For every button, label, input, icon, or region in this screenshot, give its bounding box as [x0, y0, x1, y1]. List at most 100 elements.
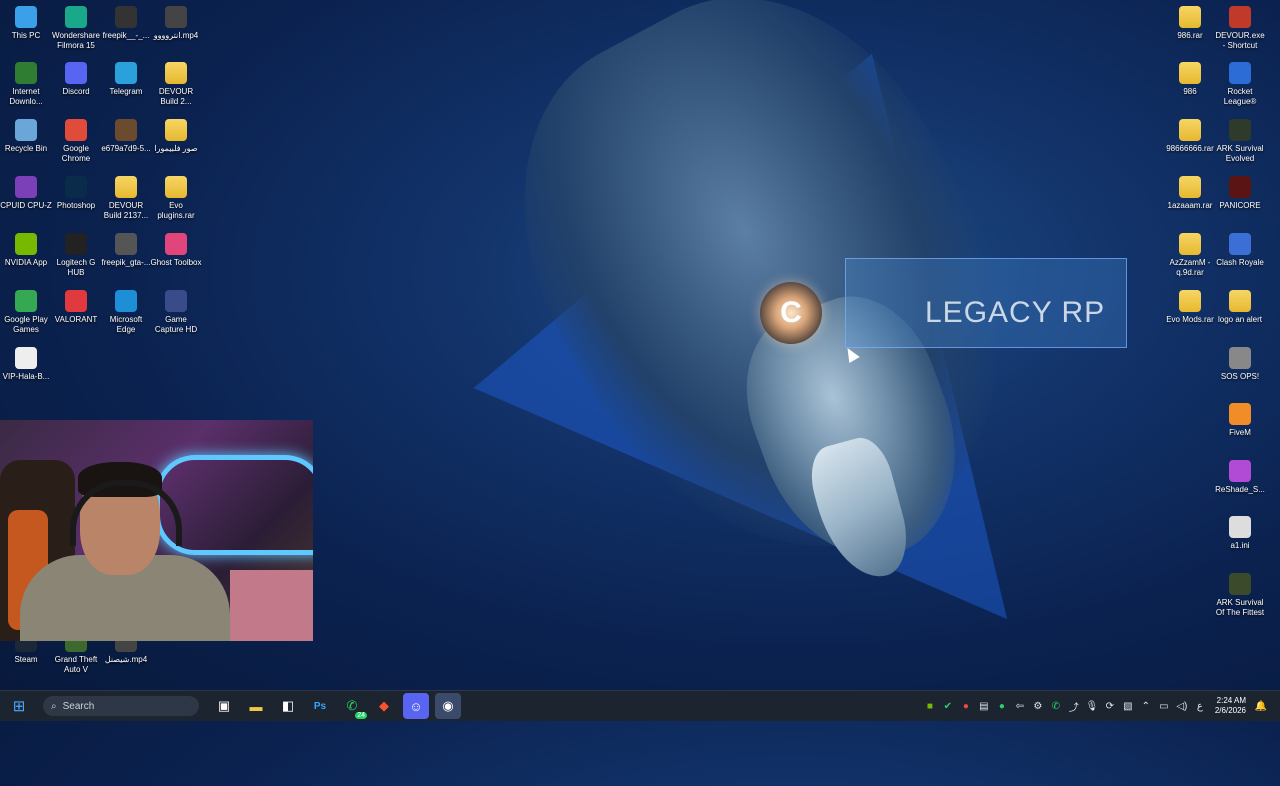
desktop-icon[interactable]: Recycle Bin [0, 119, 52, 154]
settings-tray-icon[interactable]: ⚙ [1031, 699, 1045, 713]
desktop-icon[interactable]: DEVOUR Build 2... [150, 62, 202, 107]
desktop-icon[interactable]: logo an alert [1214, 290, 1266, 325]
nvidia-tray-icon[interactable]: ■ [923, 699, 937, 713]
desktop-icon[interactable]: 1azaaam.rar [1164, 176, 1216, 211]
desktop-icon[interactable]: Google Chrome [50, 119, 102, 164]
desktop-icon[interactable]: This PC [0, 6, 52, 41]
desktop-icon[interactable]: DEVOUR.exe - Shortcut [1214, 6, 1266, 51]
desktop-icon[interactable]: Microsoft Edge [100, 290, 152, 335]
file-explorer-icon[interactable]: ▬ [243, 693, 269, 719]
desktop-icon-label: 98666666.rar [1166, 144, 1214, 153]
chevron-up-icon[interactable]: ⌃ [1139, 699, 1153, 713]
desktop-icon[interactable]: freepik_gta-... [100, 233, 152, 268]
taskbar-search[interactable]: ⌕ Search [43, 696, 199, 716]
desktop-icon[interactable]: NVIDIA App [0, 233, 52, 268]
desktop-icon[interactable]: 98666666.rar [1164, 119, 1216, 154]
language-icon[interactable]: ع [1193, 699, 1207, 713]
text-file-icon [15, 347, 37, 369]
update-tray-icon[interactable]: ⟳ [1103, 699, 1117, 713]
desktop-icon-label: Grand Theft Auto V [54, 655, 98, 674]
volume-icon[interactable]: ◁) [1175, 699, 1189, 713]
desktop-icon-label: Microsoft Edge [109, 315, 143, 334]
teams-tray-icon[interactable]: ▤ [977, 699, 991, 713]
desktop-icon[interactable]: SOS OPS! [1214, 347, 1266, 382]
desktop-icon-label: شيصنل.mp4 [104, 655, 148, 664]
notification-bell-icon[interactable]: 🔔 [1254, 699, 1268, 713]
desktop-icon-label: ARK Survival Of The Fittest [1215, 598, 1265, 617]
arrow-tray-icon[interactable]: ⇦ [1013, 699, 1027, 713]
desktop-icon-label: Ghost Toolbox [150, 258, 202, 267]
desktop-icon[interactable]: 986 [1164, 62, 1216, 97]
desktop-icon-label: DEVOUR.exe - Shortcut [1215, 31, 1265, 50]
desktop-icon[interactable]: ARK Survival Of The Fittest [1214, 573, 1266, 618]
status-tray-icon[interactable]: ● [995, 699, 1009, 713]
app-tray-icon[interactable]: ▧ [1121, 699, 1135, 713]
obs-icon[interactable]: ◉ [435, 693, 461, 719]
desktop-icon[interactable]: Ghost Toolbox [150, 233, 202, 268]
desktop-icon-label: a1.ini [1230, 541, 1250, 550]
desktop-icon[interactable]: DEVOUR Build 2137... [100, 176, 152, 221]
desktop-icon[interactable]: Evo plugins.rar [150, 176, 202, 221]
desktop-icon-label: Photoshop [56, 201, 96, 210]
desktop-icon[interactable]: FiveM [1214, 403, 1266, 438]
desktop-icon[interactable]: انتروووو.mp4 [150, 6, 202, 41]
folder-icon [165, 176, 187, 198]
desktop-icon-label: صور فلبيمورا [154, 144, 198, 153]
desktop-icon[interactable]: Internet Downlo... [0, 62, 52, 107]
desktop-icon[interactable]: ARK Survival Evolved [1214, 119, 1266, 164]
search-icon: ⌕ [51, 700, 57, 712]
devour-icon [1229, 6, 1251, 28]
desktop-icon[interactable]: Logitech G HUB [50, 233, 102, 278]
desktop-icon-label: Game Capture HD [154, 315, 198, 334]
whatsapp-icon[interactable]: ✆ 24 [339, 693, 367, 719]
desktop-icon[interactable]: Photoshop [50, 176, 102, 211]
desktop-icon[interactable]: Google Play Games [0, 290, 52, 335]
desktop-icon[interactable]: Telegram [100, 62, 152, 97]
app-icon[interactable]: ◧ [275, 693, 301, 719]
desktop-icon[interactable]: VIP-Hala-B... [0, 347, 52, 382]
play-games-icon [15, 290, 37, 312]
brave-icon[interactable]: ◆ [371, 693, 397, 719]
desktop-icon[interactable]: صور فلبيمورا [150, 119, 202, 154]
antivirus-tray-icon[interactable]: ✔ [941, 699, 955, 713]
desktop-icon[interactable]: AzZzamM - q.9d.rar [1164, 233, 1216, 278]
desktop-icon[interactable]: 986.rar [1164, 6, 1216, 41]
desktop-icon-label: logo an alert [1217, 315, 1263, 324]
desktop-icon-label: Internet Downlo... [9, 87, 43, 106]
discord-taskbar-icon[interactable]: ☺ [403, 693, 429, 719]
folder-icon [1179, 62, 1201, 84]
desktop-icon[interactable]: Game Capture HD [150, 290, 202, 335]
desktop-icon[interactable]: freepik__-_... [100, 6, 152, 41]
desktop-icon[interactable]: PANICORE [1214, 176, 1266, 211]
desktop-icon[interactable]: VALORANT [50, 290, 102, 325]
desktop-icon-label: انتروووو.mp4 [153, 31, 199, 40]
whatsapp-tray-icon[interactable]: ✆ [1049, 699, 1063, 713]
rocket-league-icon [1229, 62, 1251, 84]
legacy-rp-emblem-icon: C [760, 282, 822, 344]
network-icon[interactable]: ▭ [1157, 699, 1171, 713]
photoshop-taskbar-icon[interactable]: Ps [307, 693, 333, 719]
desktop-icon[interactable]: ReShade_S... [1214, 460, 1266, 495]
desktop-icon-label: Logitech G HUB [56, 258, 96, 277]
share-tray-icon[interactable]: ⤴ [1067, 699, 1081, 714]
desktop-icon-label: 986 [1183, 87, 1197, 96]
start-button[interactable]: ⊞ [6, 693, 32, 719]
desktop-icon[interactable]: a1.ini [1214, 516, 1266, 551]
monitor-icon [15, 6, 37, 28]
clock[interactable]: 2:24 AM 2/6/2026 [1215, 696, 1246, 716]
desktop-icon[interactable]: Rocket League® [1214, 62, 1266, 107]
task-view-icon[interactable]: ▣ [211, 693, 237, 719]
video-file-icon [165, 6, 187, 28]
desktop-icon[interactable]: Wondershare Filmora 15 [50, 6, 102, 51]
desktop-icon[interactable]: Evo Mods.rar [1164, 290, 1216, 325]
desktop-icon[interactable]: e679a7d9-5... [100, 119, 152, 154]
reshade-icon [1229, 460, 1251, 482]
desktop-icon[interactable]: CPUID CPU-Z [0, 176, 52, 211]
desktop-icon[interactable]: Discord [50, 62, 102, 97]
cpuz-icon [15, 176, 37, 198]
record-tray-icon[interactable]: ● [959, 699, 973, 713]
folder-icon [165, 62, 187, 84]
ini-file-icon [1229, 516, 1251, 538]
microphone-icon[interactable]: 🎙 [1085, 699, 1099, 713]
desktop-icon[interactable]: Clash Royale [1214, 233, 1266, 268]
